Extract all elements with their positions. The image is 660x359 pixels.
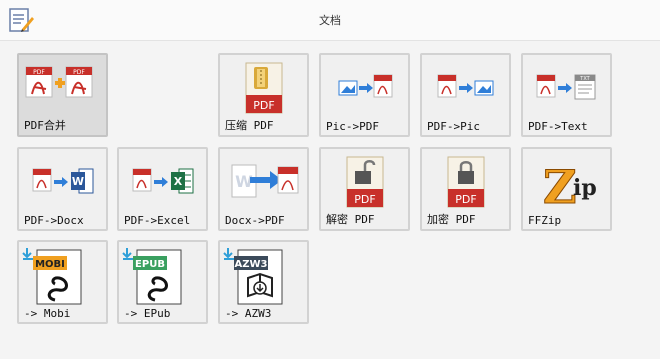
tile-label: FFZip	[528, 214, 562, 227]
svg-text:PDF: PDF	[455, 193, 476, 206]
tile-pic-to-pdf[interactable]: Pic->PDF	[319, 53, 410, 137]
tile-encrypt-pdf[interactable]: PDF 加密 PDF	[420, 147, 511, 231]
tile-label: Docx->PDF	[225, 214, 285, 227]
tile-label: PDF->Excel	[124, 214, 191, 227]
mobi-ebook-icon: MOBI	[22, 248, 82, 305]
tile-label: 加密 PDF	[427, 213, 476, 226]
epub-ebook-icon: EPUB	[122, 248, 182, 305]
svg-text:W: W	[72, 175, 84, 188]
pdf-to-image-icon	[437, 74, 494, 98]
compress-pdf-icon: PDF	[245, 62, 283, 114]
tile-label: -> Mobi	[24, 307, 71, 320]
tile-pdf-to-pic[interactable]: PDF->Pic	[420, 53, 511, 137]
tile-pdf-merge[interactable]: PDF PDF PDF合并	[17, 53, 108, 137]
tile-to-epub[interactable]: EPUB -> EPub	[117, 240, 208, 324]
svg-text:EPUB: EPUB	[135, 259, 165, 270]
lock-pdf-icon: PDF	[447, 156, 485, 208]
tile-decrypt-pdf[interactable]: PDF 解密 PDF	[319, 147, 410, 231]
unlock-pdf-icon: PDF	[346, 156, 384, 208]
title-bar: 文档	[0, 0, 660, 41]
tile-label: -> AZW3	[225, 307, 272, 320]
svg-text:ip: ip	[573, 175, 597, 201]
window-title: 文档	[319, 14, 341, 27]
tile-label: PDF合并	[24, 119, 66, 132]
tile-label: 解密 PDF	[326, 213, 375, 226]
pdf-to-excel-icon: X	[132, 168, 194, 194]
tile-label: PDF->Docx	[24, 214, 84, 227]
pdf-to-word-icon: W	[32, 168, 94, 194]
tile-ffzip[interactable]: Z ip FFZip	[521, 147, 612, 231]
azw3-ebook-icon: AZW3	[223, 248, 283, 305]
pdf-to-text-icon: TXT	[536, 74, 596, 100]
word-to-pdf-icon: W	[231, 164, 299, 198]
svg-text:Z: Z	[543, 160, 577, 213]
svg-text:MOBI: MOBI	[35, 259, 65, 270]
tile-pdf-to-docx[interactable]: W PDF->Docx	[17, 147, 108, 231]
tile-pdf-to-text[interactable]: TXT PDF->Text	[521, 53, 612, 137]
svg-text:AZW3: AZW3	[235, 259, 268, 270]
svg-text:PDF: PDF	[253, 99, 274, 112]
svg-text:PDF: PDF	[354, 193, 375, 206]
tile-label: PDF->Text	[528, 120, 588, 133]
image-to-pdf-icon	[338, 74, 393, 98]
tile-label: 压缩 PDF	[225, 119, 274, 132]
svg-text:X: X	[174, 175, 183, 188]
tile-label: -> EPub	[124, 307, 171, 320]
svg-text:PDF: PDF	[73, 69, 85, 76]
tile-to-azw3[interactable]: AZW3 -> AZW3	[218, 240, 309, 324]
tile-label: Pic->PDF	[326, 120, 379, 133]
tile-docx-to-pdf[interactable]: W Docx->PDF	[218, 147, 309, 231]
tile-compress-pdf[interactable]: PDF 压缩 PDF	[218, 53, 309, 137]
svg-text:TXT: TXT	[579, 76, 590, 82]
tile-pdf-to-excel[interactable]: X PDF->Excel	[117, 147, 208, 231]
tile-to-mobi[interactable]: MOBI -> Mobi	[17, 240, 108, 324]
pdf-merge-icon: PDF PDF	[25, 66, 93, 98]
tile-label: PDF->Pic	[427, 120, 480, 133]
svg-text:PDF: PDF	[33, 69, 45, 76]
ffzip-icon: Z ip	[543, 160, 597, 214]
